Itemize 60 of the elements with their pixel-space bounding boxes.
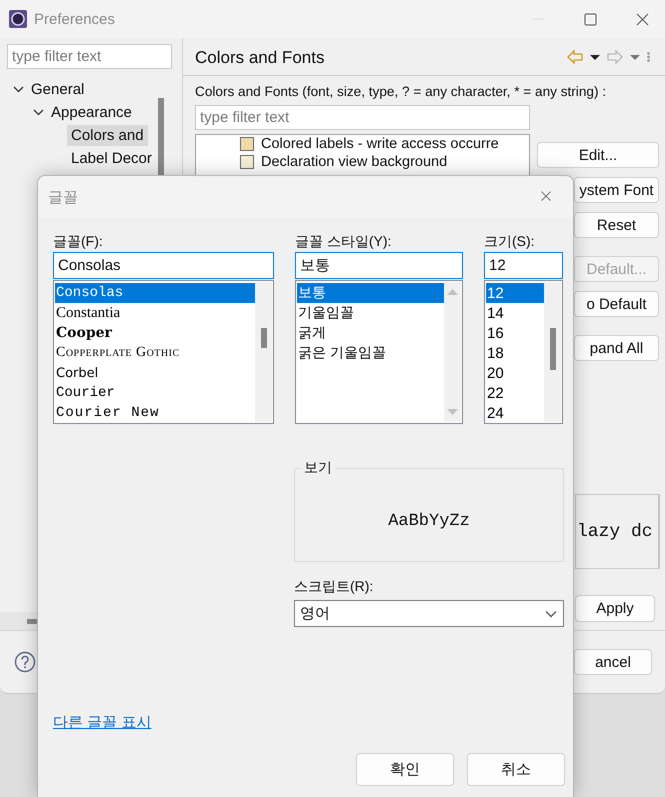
font-option[interactable]: Cooper [55,323,255,343]
size-option[interactable]: 22 [486,383,544,403]
sample-text: AaBbYyZz [388,512,470,530]
style-list[interactable]: 보통 기울임꼴 굵게 굵은 기울임꼴 [295,280,463,424]
filter-field[interactable]: type filter text [7,44,172,69]
help-icon[interactable] [14,651,36,673]
size-option[interactable]: 14 [486,303,544,323]
size-option[interactable]: 20 [486,363,544,383]
style-option[interactable]: 보통 [297,283,444,303]
ok-button[interactable]: 확인 [356,753,454,786]
window-title: Preferences [34,10,116,28]
font-option[interactable]: Consolas [55,283,255,303]
field-label: 글꼴(F): [53,232,104,250]
chevron-down-icon [545,610,557,618]
cancel-button[interactable]: ancel [574,649,652,675]
scrollbar-thumb[interactable] [261,328,267,348]
tree-item[interactable]: Label Decor [67,148,156,169]
size-list[interactable]: 12 14 16 18 20 22 24 [484,280,563,424]
field-label: 글꼴 스타일(Y): [295,232,392,250]
action-button[interactable]: pand All [574,335,659,361]
size-option[interactable]: 24 [486,403,544,423]
style-option[interactable]: 굵게 [297,323,444,343]
app-icon [8,9,28,29]
group-label: 보기 [303,459,333,477]
font-option[interactable]: Courier [55,383,255,403]
field-label: 스크립트(R): [294,577,374,595]
more-fonts-link[interactable]: 다른 글꼴 표시 [53,713,152,732]
cancel-button[interactable]: 취소 [467,753,565,786]
action-button[interactable]: ystem Font [574,177,659,203]
style-option[interactable]: 기울임꼴 [297,303,444,323]
description-text: Colors and Fonts (font, size, type, ? = any character, * = any string) : [195,84,608,99]
apply-button[interactable]: Apply [575,595,655,622]
page-title: Colors and Fonts [195,48,326,68]
scrollbar-thumb[interactable] [550,328,556,370]
font-name-field[interactable]: Consolas [53,252,274,279]
list-item[interactable]: Colored labels - write access occurre [261,136,499,152]
font-size-field[interactable]: 12 [484,252,563,279]
font-option[interactable]: Courier New [55,403,255,423]
dialog-title: 글꼴 [48,188,79,206]
action-button[interactable]: Edit... [537,142,659,168]
size-option[interactable]: 12 [486,283,544,303]
filter-field[interactable]: type filter text [195,105,530,130]
font-style-field[interactable]: 보통 [295,252,463,279]
tree-item[interactable]: Colors and [67,125,148,146]
scrollbar-thumb[interactable] [27,618,37,624]
tree-item[interactable]: Appearance [47,102,136,123]
size-option[interactable]: 18 [486,343,544,363]
action-button[interactable]: o Default [574,291,659,317]
action-button[interactable]: Reset [574,212,659,238]
list-item[interactable]: Declaration view background [261,154,448,170]
font-list[interactable]: Consolas Constantia Cooper Copperplate Gothic Corbel Courier Courier New [53,280,274,424]
preview-text: lazy dc [576,522,653,542]
font-option[interactable]: Copperplate Gothic [55,343,255,363]
script-dropdown[interactable]: 영어 [294,600,564,627]
font-option[interactable]: Corbel [55,363,255,383]
field-label: 크기(S): [484,232,536,250]
font-option[interactable]: Constantia [55,303,255,323]
tree-item[interactable]: General [27,79,88,100]
size-option[interactable]: 16 [486,323,544,343]
style-option[interactable]: 굵은 기울임꼴 [297,343,444,363]
